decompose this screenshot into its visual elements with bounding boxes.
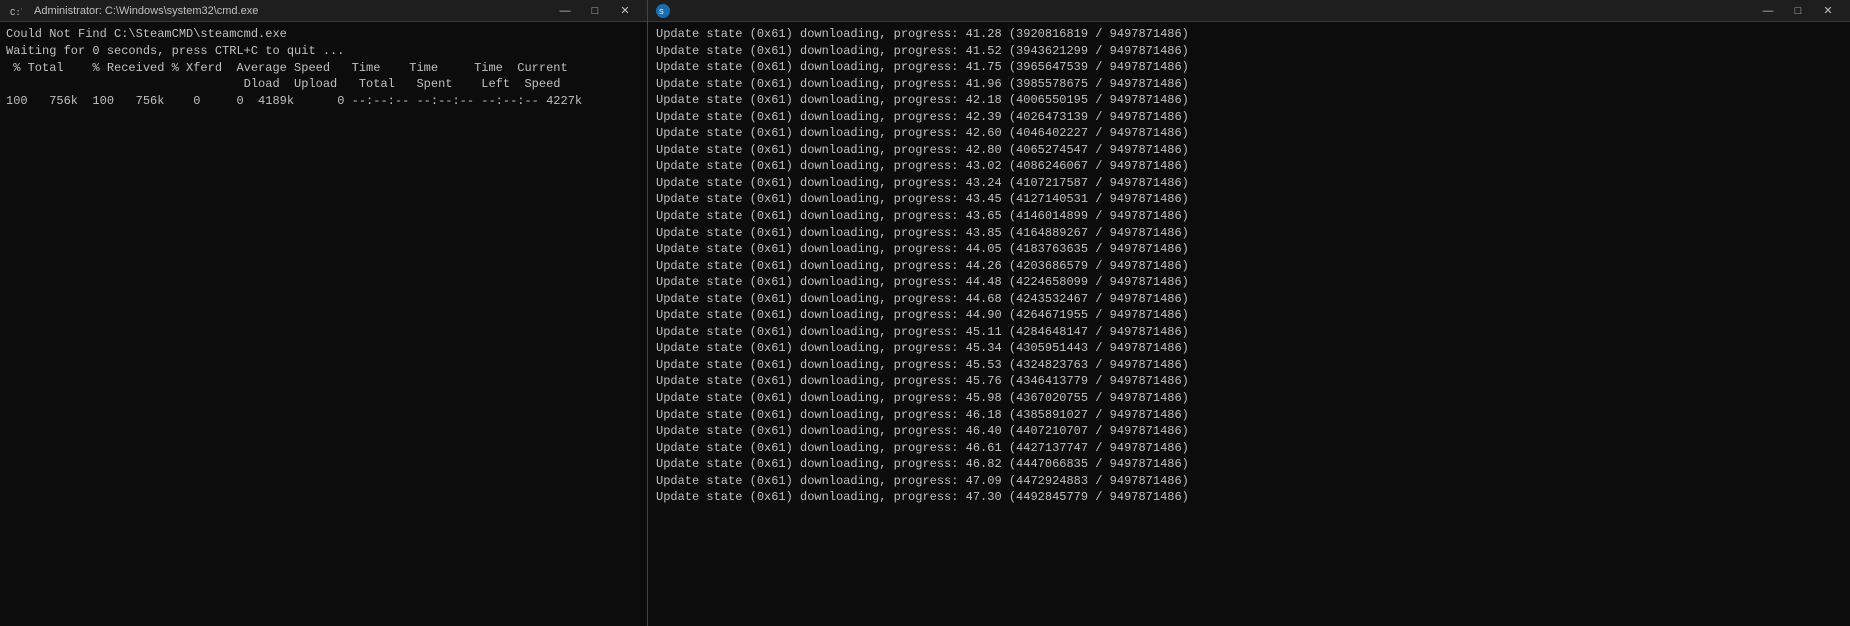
steam-lines: Update state (0x61) downloading, progres… [656,26,1842,506]
steam-minimize-button[interactable]: — [1754,3,1782,19]
steam-line: Update state (0x61) downloading, progres… [656,357,1842,374]
steam-line: Update state (0x61) downloading, progres… [656,59,1842,76]
steam-line: Update state (0x61) downloading, progres… [656,225,1842,242]
steam-line: Update state (0x61) downloading, progres… [656,92,1842,109]
steam-line: Update state (0x61) downloading, progres… [656,456,1842,473]
steam-icon: S [656,4,670,18]
cmd-line: Waiting for 0 seconds, press CTRL+C to q… [6,43,641,60]
steam-line: Update state (0x61) downloading, progres… [656,43,1842,60]
steam-line: Update state (0x61) downloading, progres… [656,241,1842,258]
cmd-line: Dload Upload Total Spent Left Speed [6,76,641,93]
cmd-window: C:\ Administrator: C:\Windows\system32\c… [0,0,648,626]
cmd-line: 100 756k 100 756k 0 0 4189k 0 --:--:-- -… [6,93,641,110]
steam-titlebar-left: S [656,4,670,18]
cmd-minimize-button[interactable]: — [551,3,579,19]
cmd-title: Administrator: C:\Windows\system32\cmd.e… [34,5,551,17]
steam-line: Update state (0x61) downloading, progres… [656,373,1842,390]
steam-maximize-button[interactable]: □ [1784,3,1812,19]
steam-line: Update state (0x61) downloading, progres… [656,191,1842,208]
steam-line: Update state (0x61) downloading, progres… [656,423,1842,440]
steam-line: Update state (0x61) downloading, progres… [656,440,1842,457]
steam-line: Update state (0x61) downloading, progres… [656,258,1842,275]
svg-text:S: S [659,9,664,16]
steam-line: Update state (0x61) downloading, progres… [656,307,1842,324]
steam-close-button[interactable]: ✕ [1814,3,1842,19]
steam-line: Update state (0x61) downloading, progres… [656,340,1842,357]
steam-line: Update state (0x61) downloading, progres… [656,175,1842,192]
steam-line: Update state (0x61) downloading, progres… [656,390,1842,407]
steam-window: S — □ ✕ Update state (0x61) downloading,… [648,0,1850,626]
steam-line: Update state (0x61) downloading, progres… [656,208,1842,225]
steam-titlebar: S — □ ✕ [648,0,1850,22]
cmd-close-button[interactable]: ✕ [611,3,639,19]
steam-line: Update state (0x61) downloading, progres… [656,158,1842,175]
svg-text:C:\: C:\ [10,8,22,18]
steam-line: Update state (0x61) downloading, progres… [656,125,1842,142]
cmd-titlebar: C:\ Administrator: C:\Windows\system32\c… [0,0,647,22]
cmd-maximize-button[interactable]: □ [581,3,609,19]
steam-window-controls: — □ ✕ [1754,3,1842,19]
steam-line: Update state (0x61) downloading, progres… [656,26,1842,43]
steam-line: Update state (0x61) downloading, progres… [656,489,1842,506]
cmd-icon: C:\ [8,4,22,18]
steam-line: Update state (0x61) downloading, progres… [656,324,1842,341]
steam-line: Update state (0x61) downloading, progres… [656,407,1842,424]
cmd-window-controls: — □ ✕ [551,3,639,19]
steam-line: Update state (0x61) downloading, progres… [656,473,1842,490]
steam-line: Update state (0x61) downloading, progres… [656,274,1842,291]
cmd-line: Could Not Find C:\SteamCMD\steamcmd.exe [6,26,641,43]
cmd-line: % Total % Received % Xferd Average Speed… [6,60,641,77]
steam-line: Update state (0x61) downloading, progres… [656,142,1842,159]
cmd-lines: Could Not Find C:\SteamCMD\steamcmd.exeW… [6,26,641,110]
cmd-content: Could Not Find C:\SteamCMD\steamcmd.exeW… [0,22,647,626]
steam-line: Update state (0x61) downloading, progres… [656,109,1842,126]
steam-content: Update state (0x61) downloading, progres… [648,22,1850,626]
steam-line: Update state (0x61) downloading, progres… [656,76,1842,93]
steam-line: Update state (0x61) downloading, progres… [656,291,1842,308]
